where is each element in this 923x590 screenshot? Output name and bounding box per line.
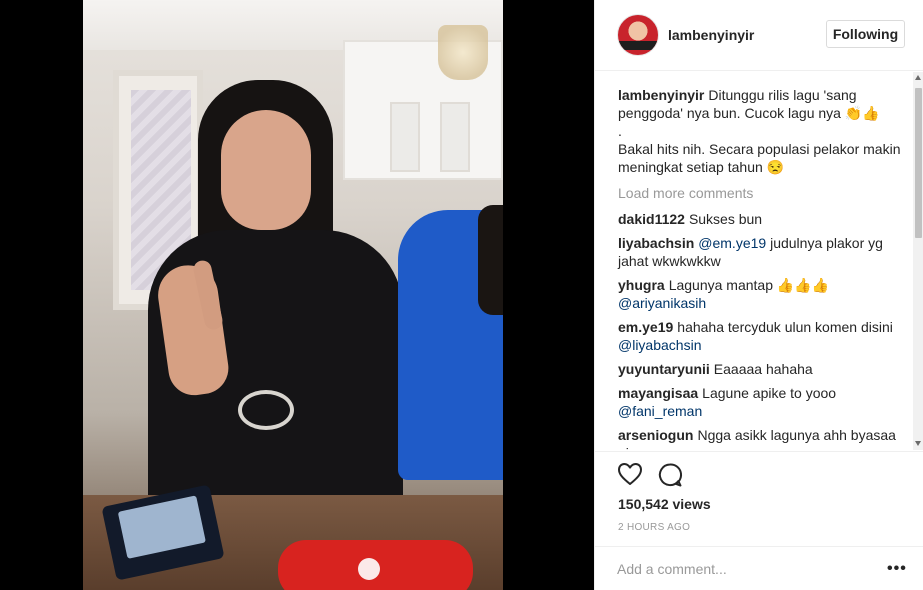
comments-scrollbar[interactable]	[913, 72, 923, 450]
add-comment-input[interactable]	[617, 559, 867, 579]
scroll-up-arrow-icon[interactable]	[915, 75, 921, 80]
comment-item: liyabachsin @em.ye19 judulnya plakor yg j…	[618, 234, 908, 270]
comment-item: yhugra Lagunya mantap 👍👍👍 @ariyanikasih	[618, 276, 908, 312]
avatar[interactable]	[617, 14, 659, 56]
timestamp[interactable]: 2 HOURS AGO	[618, 522, 690, 533]
comment-mention[interactable]: @em.ye19	[698, 235, 766, 251]
media-pane	[0, 0, 594, 590]
following-button[interactable]: Following	[826, 20, 905, 48]
add-comment-bar: •••	[595, 546, 923, 590]
video-phone-screen	[117, 495, 206, 559]
video-speaker-logo	[358, 558, 380, 580]
comment-text: Lagunya mantap 👍👍👍	[668, 277, 830, 293]
comment-text: Lagune apike to yooo	[702, 385, 837, 401]
video-chandelier	[438, 25, 488, 80]
comment-username[interactable]: dakid1122	[618, 211, 685, 227]
comment-username[interactable]: yuyuntaryunii	[618, 361, 710, 377]
comment-text: Sukses bun	[688, 211, 763, 227]
comment-username[interactable]: yhugra	[618, 277, 665, 293]
comment-mention[interactable]: @ariyanikasih	[618, 295, 706, 311]
comment-username[interactable]: liyabachsin	[618, 235, 694, 251]
more-options-icon[interactable]: •••	[887, 560, 907, 578]
comment-text: Eaaaaa hahaha	[713, 361, 813, 377]
comment-username[interactable]: em.ye19	[618, 319, 673, 335]
comment-item: yuyuntaryunii Eaaaaa hahaha	[618, 360, 908, 378]
comment-username[interactable]: arseniogun	[618, 427, 693, 443]
load-more-comments[interactable]: Load more comments	[618, 184, 908, 202]
comment-mention[interactable]: @fani_reman	[618, 403, 702, 419]
comment-text: hahaha tercyduk ulun komen disini	[677, 319, 893, 335]
video-face	[221, 110, 311, 230]
post-actions: 150,542 views 2 HOURS AGO	[595, 451, 923, 533]
heart-icon[interactable]	[617, 462, 643, 486]
header-username[interactable]: lambenyinyir	[668, 27, 754, 43]
avatar-band	[618, 41, 658, 50]
scroll-down-arrow-icon[interactable]	[915, 441, 921, 446]
video-shirt-logo	[238, 390, 294, 430]
comment-item: arseniogun Ngga asikk lagunya ahh byasaa …	[618, 426, 908, 450]
caption: lambenyinyir Ditunggu rilis lagu 'sang pe…	[618, 86, 908, 176]
post-video[interactable]	[83, 0, 503, 590]
video-woman	[103, 70, 403, 530]
video-speaker	[278, 540, 473, 590]
comment-item: dakid1122 Sukses bun	[618, 210, 908, 228]
caption-text-3: Bakal hits nih. Secara populasi pelakor …	[618, 141, 901, 175]
scroll-thumb[interactable]	[915, 88, 922, 238]
comment-bubble-icon[interactable]	[657, 462, 683, 488]
post-header: lambenyinyir Following	[595, 0, 923, 71]
comments-list: lambenyinyir Ditunggu rilis lagu 'sang pe…	[595, 72, 923, 450]
comment-username[interactable]: mayangisaa	[618, 385, 698, 401]
comment-mention[interactable]: @liyabachsin	[618, 337, 701, 353]
caption-text-2: .	[618, 123, 622, 139]
view-count: 150,542 views	[618, 496, 711, 512]
comment-item: mayangisaa Lagune apike to yooo @fani_rem…	[618, 384, 908, 420]
video-boy-head	[478, 205, 503, 315]
video-cabinet-window	[440, 102, 470, 172]
comment-item: em.ye19 hahaha tercyduk ulun komen disini…	[618, 318, 908, 354]
post-sidebar: lambenyinyir Following lambenyinyir Ditun…	[594, 0, 923, 590]
caption-username[interactable]: lambenyinyir	[618, 87, 704, 103]
